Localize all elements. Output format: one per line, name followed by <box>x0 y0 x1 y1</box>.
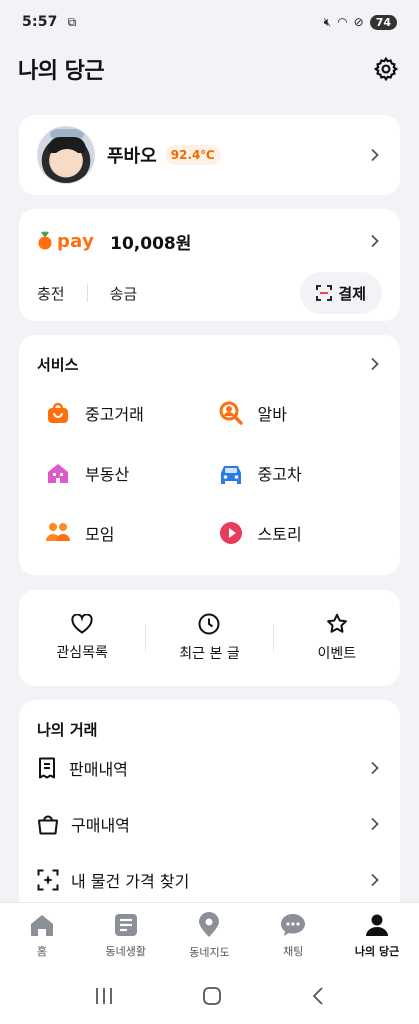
chevron-right-icon <box>371 873 379 887</box>
recent-apps-icon[interactable] <box>94 987 114 1005</box>
receipt-icon <box>39 757 55 779</box>
chevron-right-icon <box>371 234 379 248</box>
service-story[interactable]: 스토리 <box>210 507 383 559</box>
mute-icon: 🔇︎ <box>323 14 332 29</box>
page-header: 나의 당근 <box>0 48 419 90</box>
home-button-icon[interactable] <box>202 986 222 1006</box>
nav-map[interactable]: 동네지도 <box>168 903 252 968</box>
carrot-icon <box>38 231 52 250</box>
divider <box>86 284 88 302</box>
service-group[interactable]: 모임 <box>37 507 210 559</box>
house-icon <box>45 460 71 486</box>
charge-button[interactable]: 충전 <box>37 283 65 304</box>
back-icon[interactable] <box>311 986 325 1006</box>
price-finder-item[interactable]: 내 물건 가격 찾기 <box>37 852 382 908</box>
status-bar: 5:57 ⧉ 🔇︎ ◠ ⊘ 74 <box>0 0 419 44</box>
services-header[interactable]: 서비스 <box>37 353 382 375</box>
heart-icon <box>71 614 93 634</box>
trades-header: 나의 거래 <box>37 718 382 740</box>
battery-indicator: 74 <box>369 14 397 30</box>
bag-icon <box>38 815 58 835</box>
service-used-trade[interactable]: 중고거래 <box>37 387 210 439</box>
chevron-right-icon <box>371 817 379 831</box>
wifi-icon: ◠ <box>337 15 348 29</box>
pay-balance: 10,008원 <box>110 233 192 254</box>
pay-card: pay 10,008원 충전 송금 결제 <box>19 209 400 321</box>
profile-card[interactable]: 푸바오 92.4℃ <box>19 115 400 195</box>
nav-my-carrot[interactable]: 나의 당근 <box>335 903 419 968</box>
star-icon <box>326 613 347 633</box>
chat-bubble-icon <box>281 913 306 936</box>
avatar <box>37 126 95 184</box>
scan-qr-icon <box>316 285 333 301</box>
services-card: 서비스 중고거래 알바 부동산 중고차 모임 스토리 <box>19 335 400 575</box>
section-title: 나의 거래 <box>37 720 98 739</box>
chevron-right-icon <box>371 148 379 162</box>
settings-gear-icon[interactable] <box>371 54 401 84</box>
transfer-button[interactable]: 송금 <box>110 283 138 304</box>
pay-logo: pay <box>37 231 94 252</box>
system-navigation-bar <box>0 968 419 1024</box>
events-button[interactable]: 이벤트 <box>274 613 400 663</box>
shopping-bag-icon <box>45 400 71 426</box>
purchase-history-item[interactable]: 구매내역 <box>37 796 382 852</box>
profile-name: 푸바오 <box>107 146 157 167</box>
service-used-car[interactable]: 중고차 <box>210 447 383 499</box>
nav-community[interactable]: 동네생활 <box>84 903 168 968</box>
document-icon <box>114 913 137 936</box>
home-icon <box>30 914 53 936</box>
pay-balance-row[interactable]: pay 10,008원 <box>37 227 382 255</box>
group-icon <box>45 520 71 546</box>
clock-icon <box>198 613 220 635</box>
sales-history-item[interactable]: 판매내역 <box>37 740 382 796</box>
manner-temperature-badge: 92.4℃ <box>164 145 221 165</box>
car-icon <box>218 460 244 486</box>
chevron-right-icon <box>371 357 379 371</box>
bottom-navigation: 홈 동네생활 동네지도 채팅 나의 당근 <box>0 902 419 968</box>
favorites-button[interactable]: 관심목록 <box>19 614 145 662</box>
location-pin-icon <box>199 911 220 937</box>
nav-home[interactable]: 홈 <box>0 903 84 968</box>
person-icon <box>366 914 389 936</box>
status-icons: 🔇︎ ◠ ⊘ 74 <box>323 14 397 30</box>
payment-button[interactable]: 결제 <box>300 272 382 314</box>
dnd-icon: ⊘ <box>353 15 364 29</box>
section-title: 서비스 <box>37 355 79 374</box>
pay-actions: 충전 송금 결제 <box>37 271 382 315</box>
shortcuts-card: 관심목록 최근 본 글 이벤트 <box>19 590 400 686</box>
search-person-icon <box>218 400 244 426</box>
nav-chat[interactable]: 채팅 <box>251 903 335 968</box>
chevron-right-icon <box>371 761 379 775</box>
play-icon <box>218 520 244 546</box>
page-title: 나의 당근 <box>18 59 105 84</box>
service-part-time[interactable]: 알바 <box>210 387 383 439</box>
screenshot-icon: ⧉ <box>67 14 77 29</box>
scan-icon <box>37 869 59 891</box>
service-real-estate[interactable]: 부동산 <box>37 447 210 499</box>
recent-viewed-button[interactable]: 최근 본 글 <box>146 613 272 663</box>
status-time: 5:57 <box>22 14 58 30</box>
